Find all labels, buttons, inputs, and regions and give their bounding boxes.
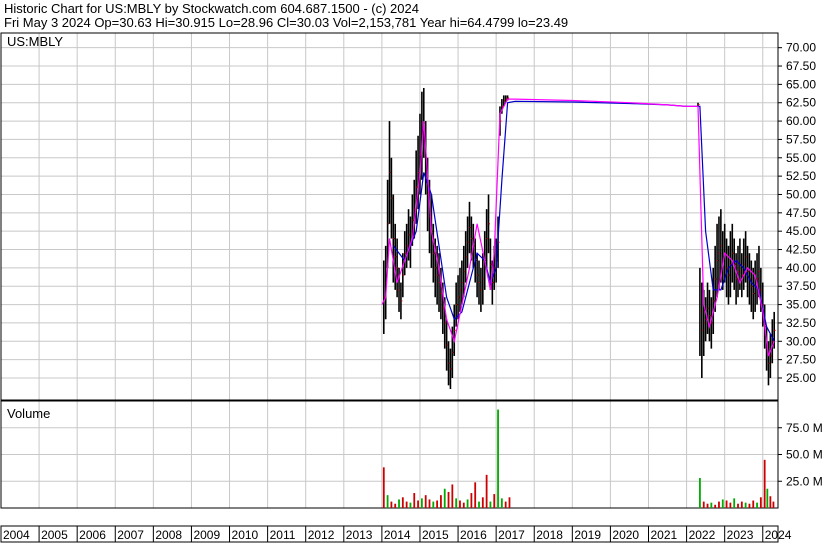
chart-canvas: Historic Chart for US:MBLY by Stockwatch…: [0, 0, 830, 543]
year-tick-label: 2014: [384, 528, 411, 542]
price-tick-label: 50.00: [786, 187, 816, 201]
year-tick-label: 2009: [193, 528, 220, 542]
price-tick-label: 70.00: [786, 41, 816, 55]
historic-chart: Historic Chart for US:MBLY by Stockwatch…: [0, 0, 830, 543]
year-tick-label: 2021: [651, 528, 678, 542]
price-tick-label: 32.50: [786, 316, 816, 330]
year-tick-label: 2017: [498, 528, 525, 542]
price-tick-label: 30.00: [786, 334, 816, 348]
price-tick-label: 47.50: [786, 206, 816, 220]
chart-header-quote: Fri May 3 2024 Op=30.63 Hi=30.915 Lo=28.…: [4, 15, 568, 30]
year-axis-ticks: 2004 2005 2006 2007 2008 2009 2010 2011 2012 2013…: [0, 526, 792, 542]
price-tick-label: 37.50: [786, 279, 816, 293]
price-tick-label: 45.00: [786, 224, 816, 238]
year-tick-label: 2016: [460, 528, 487, 542]
volume-tick-label: 50.0 M: [786, 448, 823, 462]
price-tick-label: 55.00: [786, 151, 816, 165]
price-tick-label: 52.50: [786, 169, 816, 183]
price-tick-label: 60.00: [786, 114, 816, 128]
volume-tick-label: 25.0 M: [786, 474, 823, 488]
year-tick-label: 2010: [232, 528, 259, 542]
volume-label: Volume: [7, 406, 50, 421]
price-tick-label: 35.00: [786, 298, 816, 312]
year-tick-label: 2005: [41, 528, 68, 542]
year-tick-label: 2008: [155, 528, 182, 542]
price-tick-label: 40.00: [786, 261, 816, 275]
year-tick-label: 2004: [3, 528, 30, 542]
year-tick-label: 2023: [727, 528, 754, 542]
year-tick-label: 2007: [117, 528, 144, 542]
price-tick-label: 27.50: [786, 353, 816, 367]
price-tick-label: 57.50: [786, 132, 816, 146]
chart-background: [0, 0, 830, 543]
year-tick-label: 2018: [536, 528, 563, 542]
price-tick-label: 65.00: [786, 77, 816, 91]
volume-tick-label: 75.0 M: [786, 421, 823, 435]
year-tick-label: 2020: [612, 528, 639, 542]
ticker-label: US:MBLY: [7, 34, 63, 49]
year-tick-label: 2011: [270, 528, 296, 542]
year-tick-label: 2019: [574, 528, 601, 542]
year-tick-label: 2013: [346, 528, 373, 542]
price-tick-label: 25.00: [786, 371, 816, 385]
price-tick-label: 42.50: [786, 243, 816, 257]
year-tick-label: 2006: [79, 528, 106, 542]
year-tick-label: 2015: [422, 528, 449, 542]
chart-header-title: Historic Chart for US:MBLY by Stockwatch…: [4, 1, 419, 16]
year-tick-label: 2012: [308, 528, 335, 542]
year-tick-label: 2024: [765, 528, 792, 542]
price-tick-label: 62.50: [786, 96, 816, 110]
year-tick-label: 2022: [689, 528, 716, 542]
price-tick-label: 67.50: [786, 59, 816, 73]
